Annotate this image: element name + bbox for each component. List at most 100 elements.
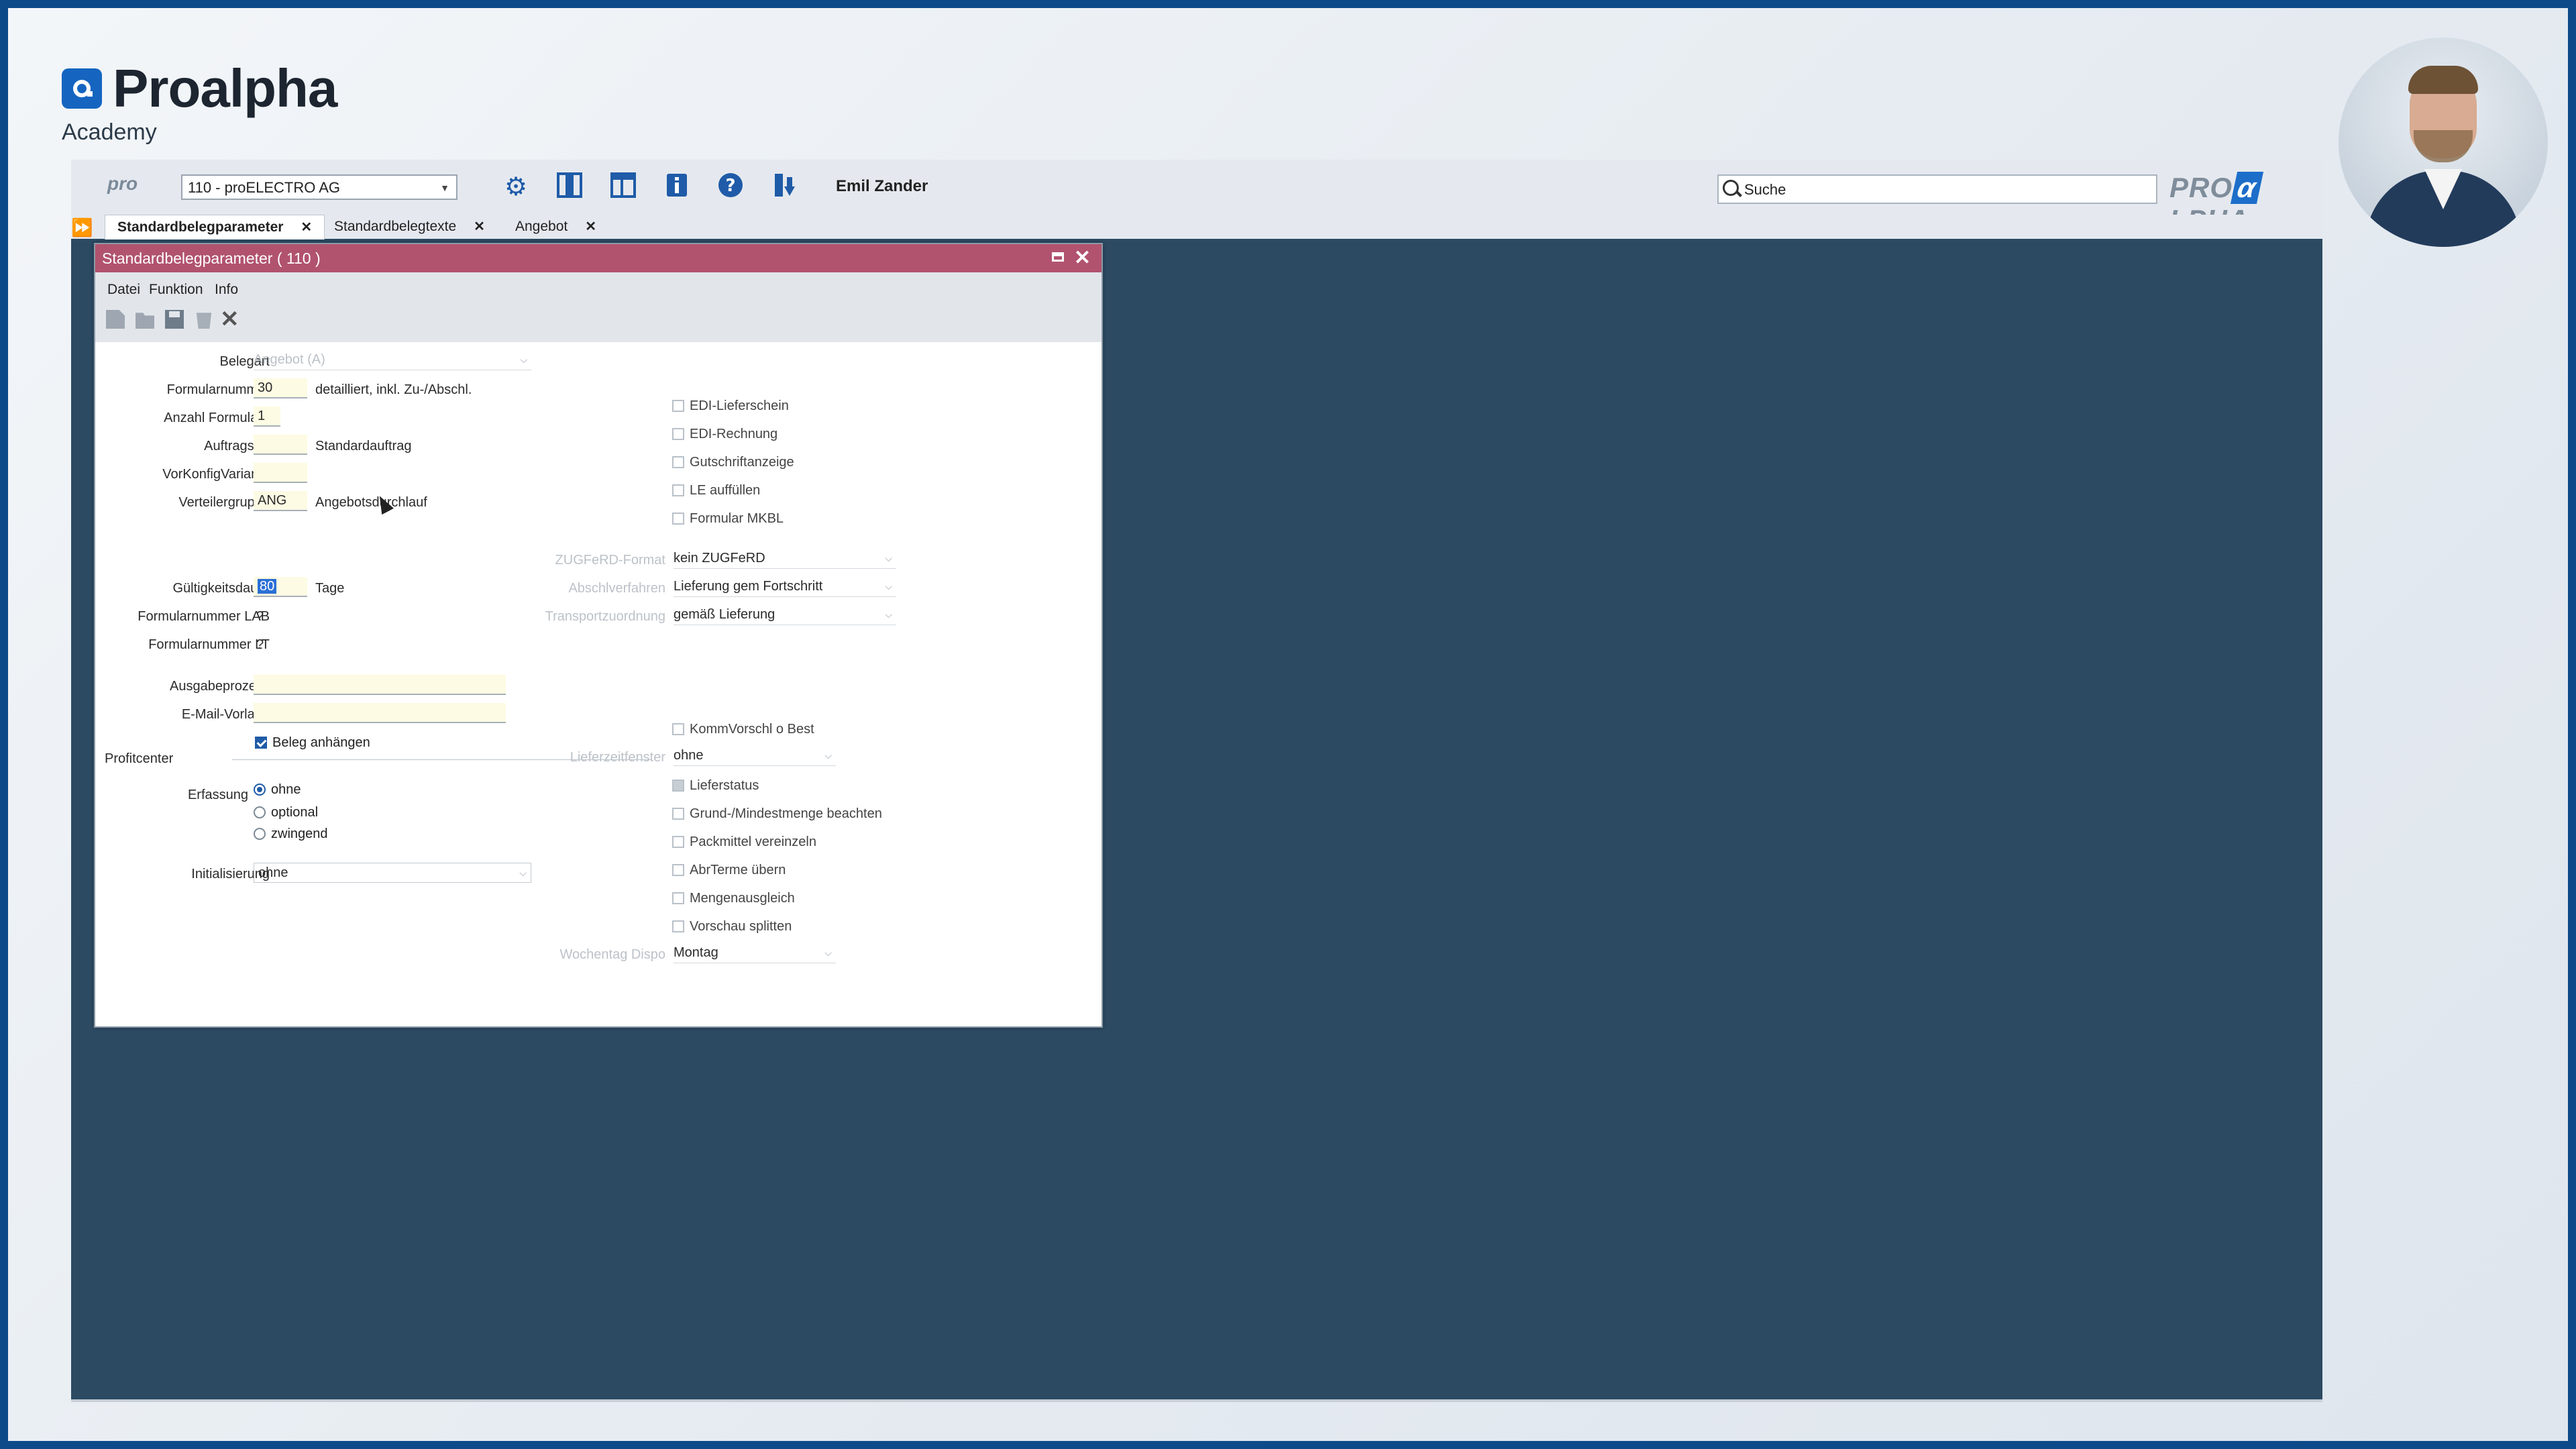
close-tab-icon[interactable]: ✕: [301, 220, 312, 235]
screen-frame: Proalpha Academy pro 110 - proELECTRO AG…: [0, 0, 2576, 1449]
erfassung-radio-zwingend[interactable]: zwingend: [254, 826, 328, 842]
app-bottom-border: [71, 1399, 2322, 1402]
kommvorschl-checkbox[interactable]: KommVorschl o Best: [672, 722, 814, 737]
gear-icon[interactable]: ⚙: [500, 172, 531, 203]
formularnummer-label: Formularnummer: [166, 382, 270, 397]
wochentag-label: Wochentag Dispo: [559, 947, 666, 962]
chevron-down-icon: ▼: [440, 182, 449, 193]
verteilergruppe-input[interactable]: ANG: [254, 491, 307, 511]
tab-standardbelegparameter[interactable]: Standardbelegparameter ✕: [105, 215, 325, 239]
transport-select[interactable]: gemäß Lieferung ⌵: [674, 605, 896, 625]
vorschau-splitten-checkbox[interactable]: Vorschau splitten: [672, 919, 792, 934]
lieferzeitfenster-label: Lieferzeitfenster: [570, 750, 665, 765]
email-vorlage-input[interactable]: [254, 703, 506, 723]
beleg-anhaengen-checkbox[interactable]: Beleg anhängen: [255, 735, 370, 751]
svg-text:?: ?: [725, 176, 735, 196]
new-document-icon[interactable]: [106, 310, 125, 329]
maximize-icon[interactable]: [1052, 252, 1064, 262]
formular-mkbl-checkbox[interactable]: Formular MKBL: [672, 511, 784, 527]
zugferd-label: ZUGFeRD-Format: [555, 553, 665, 568]
initialisierung-select[interactable]: ohne ⌵: [254, 863, 531, 883]
top-toolbar: pro 110 - proELECTRO AG ▼ ⚙ ? Emil Zander…: [71, 160, 2322, 235]
menu-funktion[interactable]: Funktion: [149, 282, 203, 298]
tab-bar: ⏩ Standardbelegparameter ✕ Standardbelegt…: [71, 215, 2322, 239]
delete-icon[interactable]: [196, 313, 212, 329]
erp-application: pro 110 - proELECTRO AG ▼ ⚙ ? Emil Zander…: [71, 160, 2322, 1402]
formnr-lab-value: ?: [256, 609, 264, 624]
email-vorlage-label: E-Mail-Vorlage: [181, 707, 270, 722]
gueltigkeitsdauer-unit: Tage: [315, 581, 345, 596]
standardbelegparameter-window: Standardbelegparameter ( 110 ) ✕ Datei F…: [94, 243, 1103, 1028]
close-icon[interactable]: ✕: [1074, 244, 1091, 272]
abschlag-select[interactable]: Lieferung gem Fortschritt ⌵: [674, 577, 896, 597]
verteilergruppe-label: Verteilergruppe: [178, 495, 270, 510]
academy-label: Academy: [62, 119, 157, 145]
parameter-form: Belegart Angebot (A) ⌵ Formularnummer 30 …: [95, 342, 1102, 1026]
belegart-select: Angebot (A) ⌵: [254, 350, 531, 370]
window-title: Standardbelegparameter ( 110 ): [102, 250, 321, 267]
current-user: Emil Zander: [836, 177, 928, 195]
info-icon[interactable]: [661, 172, 692, 203]
anzahl-formulare-label: Anzahl Formulare: [164, 411, 270, 425]
auftragsart-label: Auftragsart: [204, 439, 270, 453]
close-tab-icon[interactable]: ✕: [585, 219, 596, 234]
presenter-webcam: [2339, 38, 2548, 247]
wochentag-select[interactable]: Montag ⌵: [674, 943, 836, 963]
formularnummer-input[interactable]: 30: [254, 378, 307, 398]
help-icon[interactable]: ?: [715, 172, 746, 203]
cancel-icon[interactable]: ✕: [220, 306, 239, 332]
proalpha-logo: Proalpha: [62, 58, 337, 119]
panel-icon[interactable]: [554, 172, 585, 203]
tab-standardbelegtexte[interactable]: Standardbelegtexte ✕: [334, 215, 485, 239]
grund-mindestmenge-checkbox[interactable]: Grund-/Mindestmenge beachten: [672, 806, 882, 822]
gueltigkeitsdauer-input[interactable]: 80: [254, 577, 307, 597]
menu-info[interactable]: Info: [215, 282, 238, 298]
proalpha-logo-icon: [62, 68, 102, 109]
packmittel-checkbox[interactable]: Packmittel vereinzeln: [672, 835, 816, 850]
export-icon[interactable]: [769, 172, 800, 203]
window-menubar: Datei Funktion Info ✕: [95, 272, 1102, 342]
open-folder-icon[interactable]: [136, 313, 154, 329]
formnr-lab-label: Formularnummer LAB: [138, 609, 270, 624]
ausgabeprozess-input[interactable]: [254, 675, 506, 695]
le-auffuellen-checkbox[interactable]: LE auffüllen: [672, 483, 760, 498]
mengenausgleich-checkbox[interactable]: Mengenausgleich: [672, 891, 795, 906]
formnr-lt-value: ?: [256, 637, 264, 652]
transport-label: Transportzuordnung: [545, 609, 665, 624]
auftragsart-input[interactable]: [254, 435, 307, 455]
pro-home-button[interactable]: pro: [107, 173, 138, 195]
zugferd-select[interactable]: kein ZUGFeRD ⌵: [674, 549, 896, 569]
expand-sidebar-icon[interactable]: ⏩: [71, 217, 93, 238]
profitcenter-heading: Profitcenter: [105, 751, 174, 766]
close-tab-icon[interactable]: ✕: [474, 219, 485, 234]
vorkonfig-label: VorKonfigVariante: [162, 467, 270, 482]
window-titlebar[interactable]: Standardbelegparameter ( 110 ) ✕: [95, 244, 1102, 272]
formnr-lt-label: Formularnummer LT: [148, 637, 270, 652]
lieferzeitfenster-select[interactable]: ohne ⌵: [674, 746, 836, 766]
erfassung-radio-ohne[interactable]: ohne: [254, 782, 301, 798]
abschlag-label: Abschlverfahren: [568, 581, 665, 596]
company-select[interactable]: 110 - proELECTRO AG ▼: [181, 174, 458, 200]
erfassung-label: Erfassung: [187, 788, 248, 802]
gutschriftanzeige-checkbox[interactable]: Gutschriftanzeige: [672, 455, 794, 470]
erfassung-radio-optional[interactable]: optional: [254, 805, 318, 820]
initialisierung-label: Initialisierung: [191, 867, 270, 881]
abrterme-checkbox[interactable]: AbrTerme übern: [672, 863, 786, 878]
formularnummer-desc: detailliert, inkl. Zu-/Abschl.: [315, 382, 472, 397]
menu-datei[interactable]: Datei: [107, 282, 140, 298]
lieferstatus-checkbox[interactable]: Lieferstatus: [672, 778, 759, 794]
verteilergruppe-desc: Angebotsdurchlauf: [315, 495, 427, 510]
edi-lieferschein-checkbox[interactable]: EDI-Lieferschein: [672, 398, 789, 414]
edi-rechnung-checkbox[interactable]: EDI-Rechnung: [672, 427, 777, 442]
tab-angebot[interactable]: Angebot ✕: [515, 215, 596, 239]
search-icon: [1723, 180, 1739, 196]
save-icon[interactable]: [165, 310, 184, 329]
anzahl-formulare-input[interactable]: 1: [254, 407, 280, 427]
logo-text: Proalpha: [113, 58, 337, 118]
auftragsart-desc: Standardauftrag: [315, 439, 412, 453]
belegart-label: Belegart: [219, 354, 270, 369]
vorkonfig-input[interactable]: [254, 463, 307, 483]
search-input[interactable]: Suche: [1717, 174, 2157, 204]
gueltigkeitsdauer-label: Gültigkeitsdauer: [172, 581, 270, 596]
layout-icon[interactable]: [608, 172, 639, 203]
